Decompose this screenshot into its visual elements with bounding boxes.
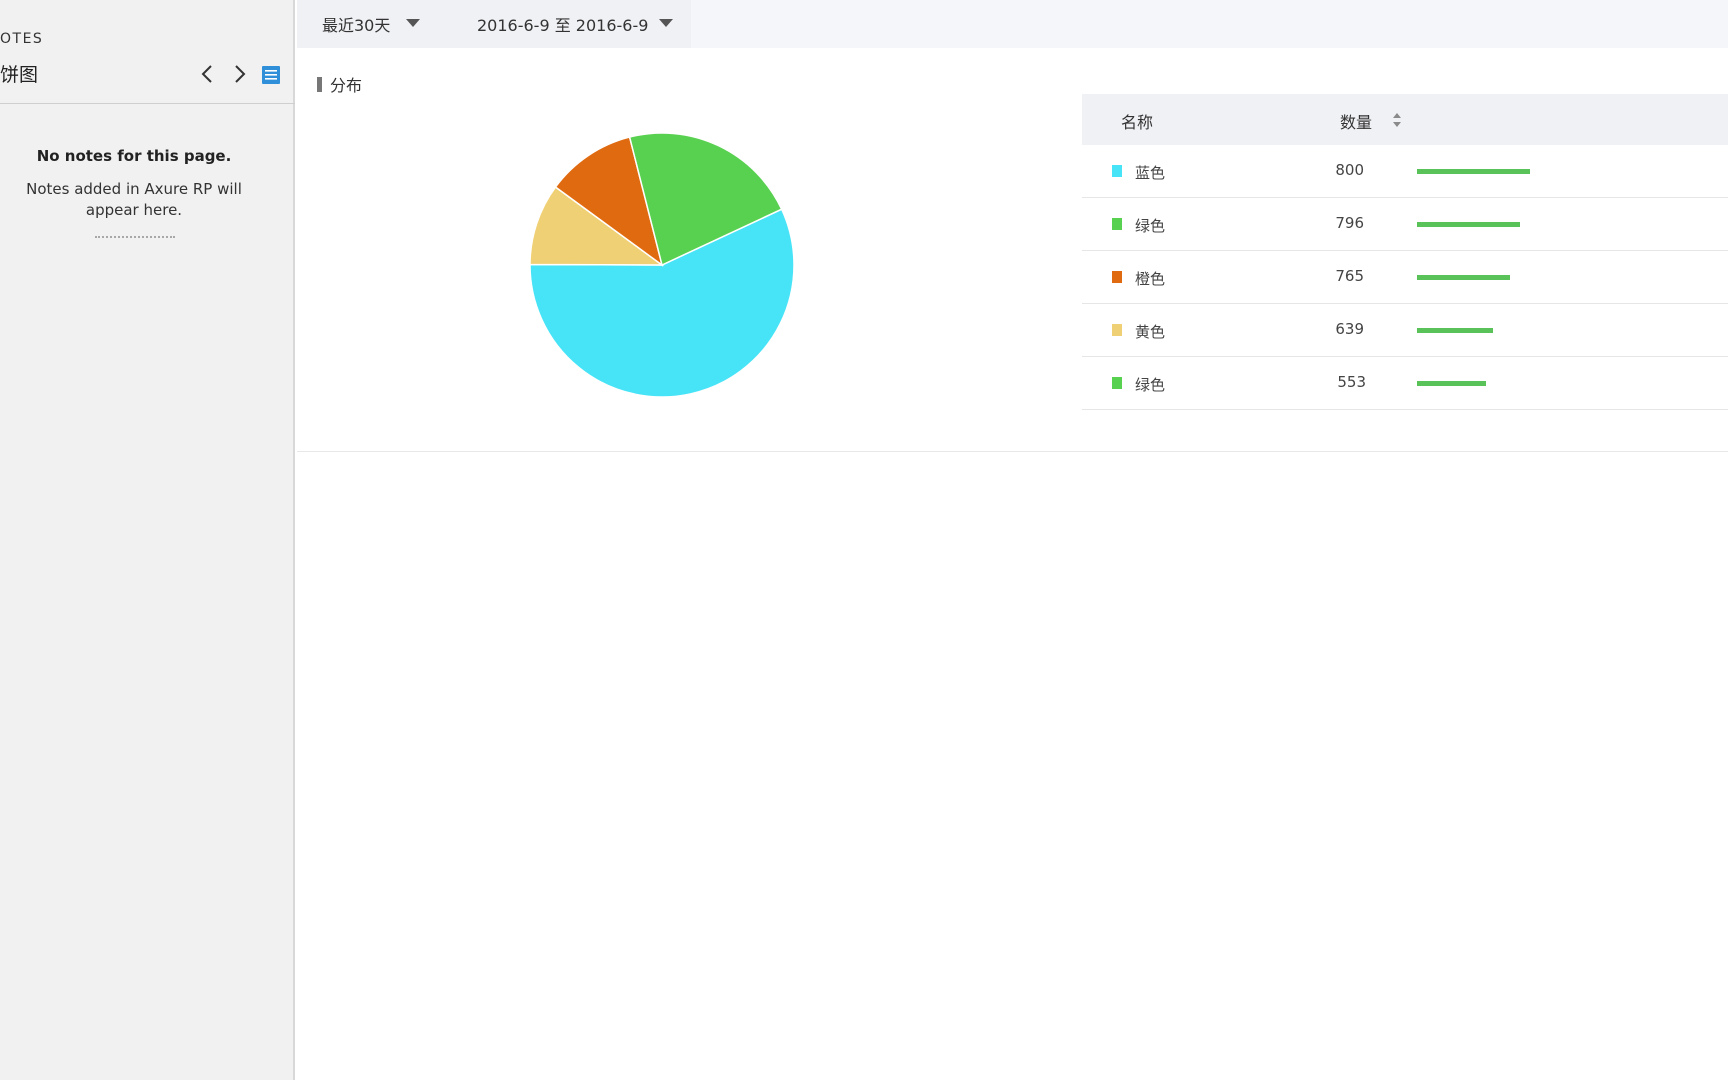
notes-header-title: OTES	[0, 31, 44, 47]
range-dropdown-label: 最近30天	[322, 16, 391, 35]
row-name: 黄色	[1135, 323, 1166, 341]
column-header-name: 名称	[1121, 113, 1154, 132]
date-range-label: 2016-6-9 至 2016-6-9	[477, 16, 649, 35]
row-bar	[1417, 169, 1530, 174]
row-name: 绿色	[1135, 217, 1166, 235]
color-swatch	[1112, 218, 1122, 230]
table-body: 蓝色 800 绿色 796 橙色 765 黄色 639 绿色 553	[1082, 145, 1728, 410]
notes-dotted-divider	[95, 236, 175, 242]
row-name: 蓝色	[1135, 164, 1166, 182]
chevron-down-icon	[406, 19, 420, 27]
main-content: 最近30天 2016-6-9 至 2016-6-9 分布 名称 数量 蓝色 800…	[297, 0, 1728, 1080]
next-page-icon[interactable]	[228, 62, 250, 86]
row-name: 绿色	[1135, 376, 1166, 394]
date-range-dropdown[interactable]: 2016-6-9 至 2016-6-9	[445, 0, 691, 48]
filter-bar: 最近30天 2016-6-9 至 2016-6-9	[297, 0, 1728, 48]
table-header: 名称 数量	[1082, 94, 1728, 145]
table-row[interactable]: 橙色 765	[1082, 251, 1728, 304]
notes-page-name: 饼图	[0, 64, 39, 86]
notes-empty-description: Notes added in Axure RP will appear here…	[26, 180, 242, 219]
color-swatch	[1112, 271, 1122, 283]
color-swatch	[1112, 324, 1122, 336]
row-bar	[1417, 381, 1486, 386]
section-title: 分布	[317, 72, 362, 96]
row-value: 796	[1335, 214, 1364, 232]
table-row[interactable]: 黄色 639	[1082, 304, 1728, 357]
row-bar	[1417, 328, 1493, 333]
sort-icon[interactable]	[1392, 112, 1402, 128]
chevron-down-icon	[659, 19, 673, 27]
row-value: 639	[1335, 320, 1364, 338]
prev-page-icon[interactable]	[197, 62, 219, 86]
range-dropdown[interactable]: 最近30天	[297, 0, 445, 48]
notes-empty-title: No notes for this page.	[36, 147, 232, 165]
row-value: 553	[1337, 373, 1366, 391]
color-swatch	[1112, 165, 1122, 177]
row-bar	[1417, 275, 1510, 280]
color-swatch	[1112, 377, 1122, 389]
pie-chart-svg	[529, 132, 795, 398]
notes-panel: OTES 饼图 No notes for this page. Notes ad…	[0, 0, 295, 1080]
row-name: 橙色	[1135, 270, 1166, 288]
pie-chart	[527, 130, 797, 400]
table-row[interactable]: 绿色 553	[1082, 357, 1728, 410]
notes-divider	[0, 103, 295, 104]
row-value: 800	[1335, 161, 1364, 179]
notes-list-icon[interactable]	[262, 66, 280, 84]
row-value: 765	[1335, 267, 1364, 285]
table-row[interactable]: 绿色 796	[1082, 198, 1728, 251]
column-header-count[interactable]: 数量	[1340, 109, 1372, 133]
section-title-text: 分布	[330, 76, 363, 95]
section-marker	[317, 76, 322, 92]
table-row[interactable]: 蓝色 800	[1082, 145, 1728, 198]
row-bar	[1417, 222, 1520, 227]
data-table: 名称 数量 蓝色 800 绿色 796 橙色 765 黄色 639 绿色 553	[1082, 94, 1728, 410]
content-divider	[297, 451, 1728, 452]
